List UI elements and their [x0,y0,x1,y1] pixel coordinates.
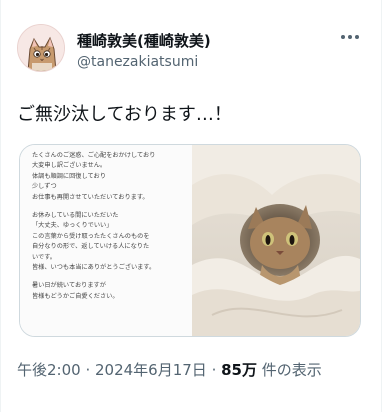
tweet-detail: 種崎敦美(種崎敦美) @tanezakiatsumi ご無沙汰しております…！ … [0,0,382,412]
note-line: いです。 [32,253,56,261]
note-line [32,273,184,281]
views-count[interactable]: 85万 [221,361,257,379]
display-name[interactable]: 種崎敦美(種崎敦美) [77,30,211,51]
avatar[interactable] [17,24,65,72]
note-line: 体調も順調に回復しており [32,172,106,180]
tweet-media[interactable]: たくさんのご迷惑、ご心配をおかけしており 大変申し訳ございません。 体調も順調に… [19,144,361,337]
note-line: 「大丈夫、ゆっくりでいい」 [32,222,113,230]
user-handle[interactable]: @tanezakiatsumi [77,54,198,70]
avatar-cat-illustration-icon [18,25,64,71]
note-line: 少しずつ [32,183,57,191]
tweet-header: 種崎敦美(種崎敦美) @tanezakiatsumi [17,24,367,76]
tweet-text: ご無沙汰しております…！ [17,104,232,125]
note-line: お休みしている間にいただいた [32,212,119,220]
tweet-date[interactable]: 2024年6月17日 [95,361,207,379]
note-line: この言葉から受け取ったたくさんのものを [32,232,150,240]
media-photo-cat [192,145,360,336]
tweet-time[interactable]: 午後2:00 [17,361,81,379]
note-line: 皆様、いつも本当にありがとうございます。 [32,264,156,272]
note-line: たくさんのご迷惑、ご心配をおかけしており [32,152,156,159]
more-horizontal-icon[interactable] [339,30,361,44]
note-line: 自分なりの形で、返していける人になりた [32,243,150,251]
media-note-image: たくさんのご迷惑、ご心配をおかけしており 大変申し訳ございません。 体調も順調に… [20,145,192,336]
note-line: お仕事も再開させていただいております。 [32,193,149,201]
meta-separator: · [206,361,222,379]
views-label[interactable]: 件の表示 [257,361,322,379]
tweet-meta: 午後2:00 · 2024年6月17日 · 85万 件の表示 [17,358,367,382]
note-line [32,203,184,211]
note-line: 大変申し訳ございません。 [32,162,107,170]
note-line: 皆様もどうかご自愛ください。 [32,292,119,300]
note-line: 暑い日が続いておりますが [32,282,106,290]
meta-separator: · [80,361,95,379]
